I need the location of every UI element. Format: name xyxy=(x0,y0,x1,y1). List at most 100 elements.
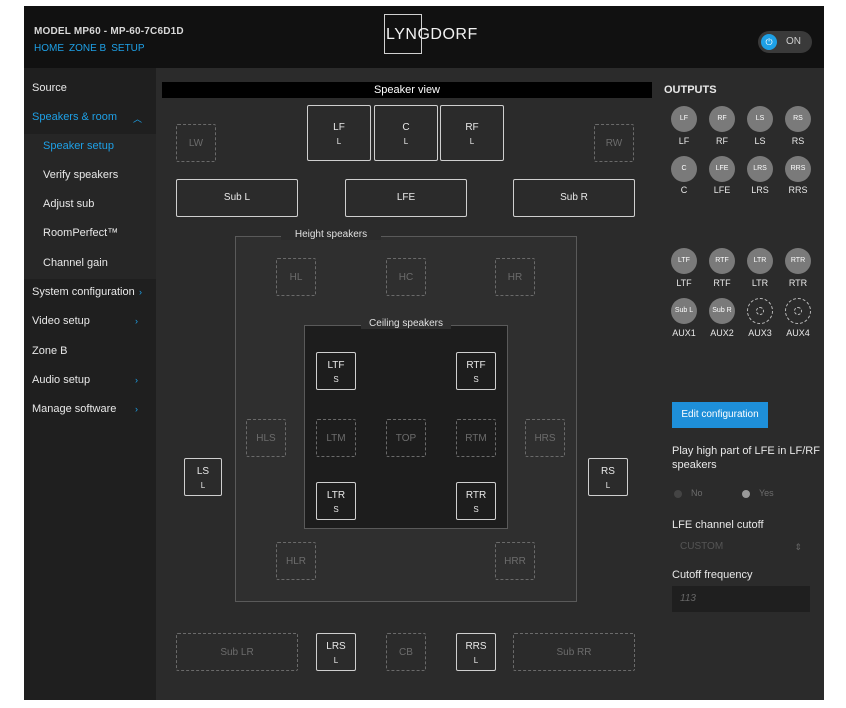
output-label: AUX3 xyxy=(748,328,772,338)
speaker-ls[interactable]: LS L xyxy=(184,458,222,496)
output-label: LRS xyxy=(751,185,769,195)
speaker-hls[interactable]: HLS xyxy=(246,419,286,457)
lfe-play-high-label: Play high part of LFE in LF/RF speakers xyxy=(672,445,820,471)
sidebar-item-channel-gain[interactable]: Channel gain xyxy=(43,257,108,269)
speaker-hc[interactable]: HC xyxy=(386,258,426,296)
output-label: AUX1 xyxy=(672,328,696,338)
sidebar-item-source[interactable]: Source xyxy=(32,82,67,94)
speaker-rtm[interactable]: RTM xyxy=(456,419,496,457)
output-label: RS xyxy=(791,136,805,146)
speaker-hrs[interactable]: HRS xyxy=(525,419,565,457)
speaker-rtf[interactable]: RTF S xyxy=(456,352,496,390)
speaker-top[interactable]: TOP xyxy=(386,419,426,457)
chevron-right-icon: › xyxy=(135,404,138,414)
app-window: MODEL MP60 - MP-60-7C6D1D HOME ZONE B SETU… xyxy=(24,6,824,700)
speaker-rtr[interactable]: RTR S xyxy=(456,482,496,520)
output-rrs[interactable]: RRS xyxy=(785,156,811,182)
outputs-title: OUTPUTS xyxy=(664,84,717,96)
model-label: MODEL MP60 - MP-60-7C6D1D xyxy=(34,26,184,37)
sidebar-item-zone-b[interactable]: Zone B xyxy=(32,345,67,357)
output-label: RTR xyxy=(788,278,808,288)
speaker-lf[interactable]: LF L xyxy=(307,105,371,161)
sidebar: Source Speakers & room ︿ Speaker setup V… xyxy=(24,68,156,700)
lfe-cutoff-label: LFE channel cutoff xyxy=(672,519,764,531)
output-label: RTF xyxy=(713,278,731,288)
sidebar-item-speakers-room[interactable]: Speakers & room xyxy=(32,111,117,123)
power-label: ON xyxy=(786,36,801,47)
sidebar-item-adjust-sub[interactable]: Adjust sub xyxy=(43,198,94,210)
empty-connector-icon xyxy=(756,307,764,315)
empty-connector-icon xyxy=(794,307,802,315)
lfe-cutoff-select[interactable]: CUSTOM ⇕ xyxy=(672,534,810,560)
speaker-rrs[interactable]: RRS L xyxy=(456,633,496,671)
speaker-rw[interactable]: RW xyxy=(594,124,634,162)
chevron-right-icon: › xyxy=(135,375,138,385)
speaker-lfe[interactable]: LFE xyxy=(345,179,467,217)
output-label: RF xyxy=(716,136,728,146)
cutoff-frequency-label: Cutoff frequency xyxy=(672,569,753,581)
speaker-lrs[interactable]: LRS L xyxy=(316,633,356,671)
radio-yes[interactable]: Yes xyxy=(742,488,774,498)
output-ltf[interactable]: LTF xyxy=(671,248,697,274)
output-aux3[interactable] xyxy=(747,298,773,324)
cutoff-frequency-input[interactable]: 113 xyxy=(672,586,810,612)
output-label: LTR xyxy=(751,278,769,288)
sidebar-item-system-configuration[interactable]: System configuration xyxy=(32,286,135,298)
output-rf[interactable]: RF xyxy=(709,106,735,132)
sidebar-item-video-setup[interactable]: Video setup xyxy=(32,315,90,327)
output-aux2[interactable]: Sub R xyxy=(709,298,735,324)
output-rtf[interactable]: RTF xyxy=(709,248,735,274)
output-label: LS xyxy=(754,136,766,146)
sidebar-item-verify-speakers[interactable]: Verify speakers xyxy=(43,169,118,181)
speaker-sub-lr[interactable]: Sub LR xyxy=(176,633,298,671)
speaker-cb[interactable]: CB xyxy=(386,633,426,671)
speaker-sub-r[interactable]: Sub R xyxy=(513,179,635,217)
output-lf[interactable]: LF xyxy=(671,106,697,132)
sidebar-item-manage-software[interactable]: Manage software xyxy=(32,403,116,415)
header: MODEL MP60 - MP-60-7C6D1D HOME ZONE B SETU… xyxy=(24,6,824,68)
output-ltr[interactable]: LTR xyxy=(747,248,773,274)
chevron-right-icon: › xyxy=(135,316,138,326)
chevron-up-icon: ︿ xyxy=(132,114,142,124)
output-label: LF xyxy=(678,136,690,146)
speaker-hr[interactable]: HR xyxy=(495,258,535,296)
radio-no[interactable]: No xyxy=(674,488,703,498)
ceiling-speakers-title: Ceiling speakers xyxy=(361,318,451,329)
nav-home-link[interactable]: HOME xyxy=(34,43,64,54)
speaker-ltm[interactable]: LTM xyxy=(316,419,356,457)
output-ls[interactable]: LS xyxy=(747,106,773,132)
edit-configuration-button[interactable]: Edit configuration xyxy=(672,402,768,428)
output-rtr[interactable]: RTR xyxy=(785,248,811,274)
speaker-rf[interactable]: RF L xyxy=(440,105,504,161)
sidebar-item-speaker-setup[interactable]: Speaker setup xyxy=(43,140,114,152)
power-toggle[interactable]: ⏻ ON xyxy=(758,31,812,53)
speaker-sub-l[interactable]: Sub L xyxy=(176,179,298,217)
output-label: LTF xyxy=(676,278,692,288)
sidebar-item-audio-setup[interactable]: Audio setup xyxy=(32,374,90,386)
radio-no-dot xyxy=(674,489,682,498)
speaker-sub-rr[interactable]: Sub RR xyxy=(513,633,635,671)
speaker-hrr[interactable]: HRR xyxy=(495,542,535,580)
output-rs[interactable]: RS xyxy=(785,106,811,132)
lyngdorf-logo: LYNGDORF xyxy=(384,14,477,54)
output-aux1[interactable]: Sub L xyxy=(671,298,697,324)
speaker-lw[interactable]: LW xyxy=(176,124,216,162)
outputs-panel: OUTPUTS LF RF LS RS LF RF LS RS C LFE LR… xyxy=(664,68,824,700)
nav-zone-b-link[interactable]: ZONE B xyxy=(69,43,106,54)
speaker-hlr[interactable]: HLR xyxy=(276,542,316,580)
speaker-ltf[interactable]: LTF S xyxy=(316,352,356,390)
speaker-ltr[interactable]: LTR S xyxy=(316,482,356,520)
output-lrs[interactable]: LRS xyxy=(747,156,773,182)
output-label: AUX2 xyxy=(710,328,734,338)
stepper-arrows-icon: ⇕ xyxy=(794,542,802,552)
speaker-rs[interactable]: RS L xyxy=(588,458,628,496)
speaker-hl[interactable]: HL xyxy=(276,258,316,296)
output-aux4[interactable] xyxy=(785,298,811,324)
nav-setup-link[interactable]: SETUP xyxy=(111,43,144,54)
output-c[interactable]: C xyxy=(671,156,697,182)
sidebar-item-roomperfect[interactable]: RoomPerfect™ xyxy=(43,227,118,239)
output-lfe[interactable]: LFE xyxy=(709,156,735,182)
power-icon: ⏻ xyxy=(761,34,777,50)
output-label: LFE xyxy=(713,185,731,195)
speaker-c[interactable]: CL xyxy=(374,105,438,161)
